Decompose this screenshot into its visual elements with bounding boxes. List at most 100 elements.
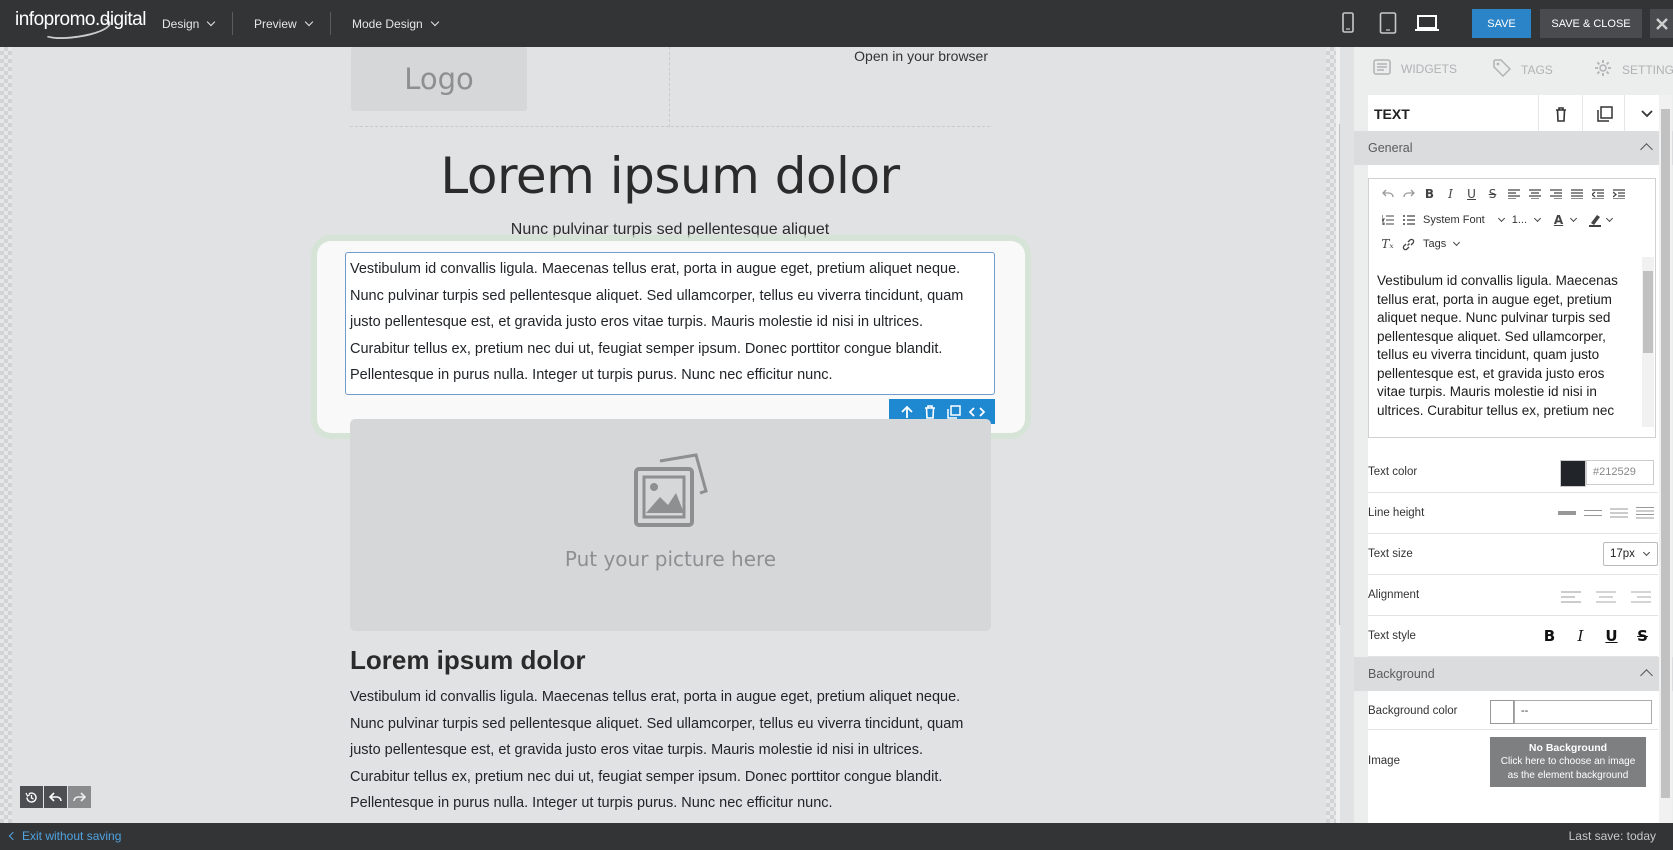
- editor-scrollbar[interactable]: [1642, 257, 1654, 427]
- last-save-status: Last save: today: [1568, 829, 1656, 843]
- open-in-browser-link[interactable]: Open in your browser: [760, 48, 988, 64]
- background-color-input[interactable]: --: [1514, 700, 1652, 724]
- redo-icon[interactable]: [68, 786, 91, 808]
- background-color-swatch[interactable]: [1490, 700, 1514, 724]
- hero-subtitle[interactable]: Nunc pulvinar turpis sed pellentesque al…: [350, 221, 990, 239]
- underline-icon[interactable]: U: [1596, 627, 1627, 647]
- chevron-down-icon[interactable]: [1570, 214, 1578, 223]
- text-color-icon[interactable]: A: [1548, 210, 1569, 230]
- align-right-icon[interactable]: [1623, 589, 1658, 605]
- duplicate-icon[interactable]: [945, 403, 963, 421]
- tab-tags[interactable]: TAGS: [1493, 59, 1553, 80]
- menu-mode-design[interactable]: Mode Design: [352, 0, 439, 47]
- logo-placeholder[interactable]: Logo: [351, 47, 527, 111]
- chevron-down-icon[interactable]: [1606, 214, 1614, 223]
- chevron-up-icon[interactable]: [1640, 143, 1653, 156]
- line-height-relaxed-icon[interactable]: [1606, 505, 1632, 521]
- link-icon[interactable]: [1398, 234, 1419, 254]
- strikethrough-icon[interactable]: S: [1627, 627, 1658, 647]
- bullet-list-icon[interactable]: [1398, 210, 1419, 230]
- general-group-header[interactable]: General: [1354, 131, 1673, 165]
- indent-icon[interactable]: [1608, 184, 1629, 204]
- trash-icon[interactable]: [1538, 95, 1582, 133]
- background-group-label: Background: [1368, 667, 1435, 681]
- numbered-list-icon[interactable]: [1377, 210, 1398, 230]
- top-bar: infopromo.digital Design Preview Mode De…: [0, 0, 1673, 47]
- outdent-icon[interactable]: [1587, 184, 1608, 204]
- canvas-margin-left: [0, 47, 12, 823]
- align-center-icon[interactable]: [1588, 589, 1623, 605]
- undo-icon[interactable]: [1377, 184, 1398, 204]
- panel-tabs: WIDGETS TAGS SETTING: [1354, 47, 1673, 95]
- bold-icon[interactable]: B: [1534, 627, 1565, 647]
- brand-logo[interactable]: infopromo.digital: [15, 9, 146, 43]
- panel-scrollbar-thumb[interactable]: [1661, 109, 1670, 798]
- menu-divider: [330, 12, 331, 35]
- background-image-picker[interactable]: No Background Click here to choose an im…: [1490, 737, 1646, 787]
- move-up-icon[interactable]: [898, 403, 916, 421]
- align-justify-icon[interactable]: [1566, 184, 1587, 204]
- tab-setting-label: SETTING: [1622, 62, 1673, 77]
- section-title[interactable]: Lorem ipsum dolor: [350, 645, 585, 676]
- chevron-down-icon: [430, 17, 439, 26]
- line-height-normal-icon[interactable]: [1580, 505, 1606, 521]
- text-line: vitae turpis. Mauris molestie id nisi in: [1377, 384, 1597, 399]
- tags-select[interactable]: Tags: [1423, 238, 1461, 250]
- undo-icon[interactable]: [44, 786, 67, 808]
- editor-content[interactable]: Vestibulum id convallis ligula. Maecenas…: [1377, 272, 1631, 432]
- line-height-loose-icon[interactable]: [1632, 505, 1658, 521]
- editor-scrollbar-thumb[interactable]: [1643, 271, 1653, 353]
- close-icon[interactable]: [1650, 9, 1673, 38]
- canvas-scrollbar-thumb[interactable]: [1339, 124, 1340, 625]
- font-family-select[interactable]: System Font: [1423, 214, 1505, 226]
- strikethrough-icon[interactable]: S: [1482, 184, 1503, 204]
- italic-icon[interactable]: I: [1565, 627, 1596, 647]
- align-left-icon[interactable]: [1503, 184, 1524, 204]
- section-body[interactable]: Vestibulum id convallis ligula. Maecenas…: [350, 684, 1000, 817]
- highlight-icon[interactable]: [1584, 210, 1605, 230]
- line-height-compact-icon[interactable]: [1554, 505, 1580, 521]
- save-close-button[interactable]: SAVE & CLOSE: [1540, 9, 1642, 38]
- panel-scrollbar[interactable]: [1659, 95, 1672, 823]
- chevron-up-icon[interactable]: [1640, 669, 1653, 682]
- element-title: TEXT: [1374, 106, 1410, 122]
- text-color-swatch[interactable]: [1560, 460, 1586, 487]
- background-image-row: Image No Background Click here to choose…: [1368, 730, 1658, 792]
- desktop-icon[interactable]: [1415, 12, 1439, 34]
- exit-label: Exit without saving: [22, 829, 122, 843]
- text-line: pellentesque aliquet. Sed ullamcorper,: [1377, 328, 1606, 344]
- image-placeholder[interactable]: Put your picture here: [350, 419, 991, 631]
- exit-without-saving-link[interactable]: Exit without saving: [8, 829, 122, 843]
- history-icon[interactable]: [20, 786, 43, 808]
- italic-icon[interactable]: I: [1440, 184, 1461, 204]
- save-button[interactable]: SAVE: [1472, 9, 1531, 38]
- bold-icon[interactable]: B: [1419, 184, 1440, 204]
- tab-widgets[interactable]: WIDGETS: [1373, 59, 1457, 78]
- chevron-down-icon: [1642, 548, 1651, 557]
- code-icon[interactable]: [968, 403, 986, 421]
- text-color-input[interactable]: #212529: [1586, 460, 1654, 485]
- mobile-icon[interactable]: [1341, 12, 1355, 34]
- hero-title[interactable]: Lorem ipsum dolor: [350, 147, 990, 205]
- menu-design[interactable]: Design: [162, 0, 216, 47]
- text-size-select[interactable]: 17px: [1603, 542, 1658, 566]
- align-left-icon[interactable]: [1553, 589, 1588, 605]
- align-right-icon[interactable]: [1545, 184, 1566, 204]
- tablet-icon[interactable]: [1379, 12, 1397, 34]
- duplicate-icon[interactable]: [1582, 95, 1626, 133]
- font-size-select[interactable]: 1...: [1512, 214, 1542, 226]
- underline-icon[interactable]: U: [1461, 184, 1482, 204]
- element-header: TEXT: [1368, 95, 1668, 133]
- align-center-icon[interactable]: [1524, 184, 1545, 204]
- redo-icon[interactable]: [1398, 184, 1419, 204]
- text-line: justo pellentesque est, et gravida justo…: [350, 314, 924, 330]
- tab-setting[interactable]: SETTING: [1594, 59, 1673, 80]
- clear-format-icon[interactable]: Tₓ: [1377, 234, 1398, 254]
- history-controls: [20, 786, 92, 808]
- trash-icon[interactable]: [921, 403, 939, 421]
- text-line: tellus erat, porta in augue eget, pretiu…: [1377, 291, 1612, 307]
- menu-preview[interactable]: Preview: [254, 0, 313, 47]
- text-size-label: Text size: [1368, 548, 1413, 560]
- background-group-header[interactable]: Background: [1354, 657, 1673, 691]
- selected-text-block[interactable]: Vestibulum id convallis ligula. Maecenas…: [345, 252, 995, 395]
